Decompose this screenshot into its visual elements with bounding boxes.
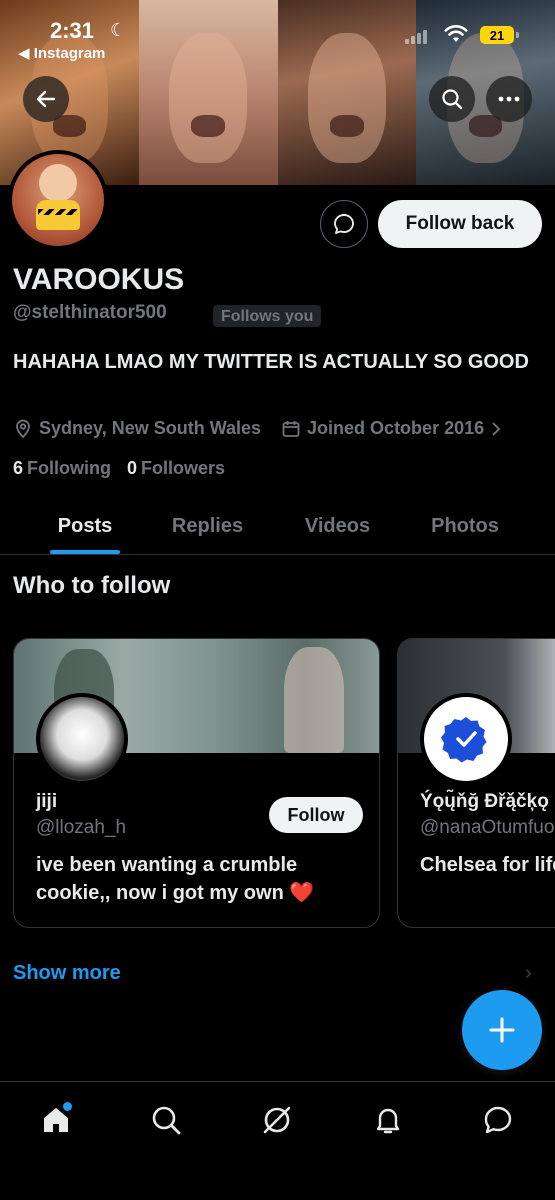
- wifi-icon: [444, 25, 468, 42]
- status-time: 2:31: [50, 18, 95, 43]
- bell-icon: [376, 1108, 400, 1134]
- chevron-right-icon: ›: [525, 962, 532, 984]
- who-to-follow-title: Who to follow: [13, 572, 171, 599]
- following-link[interactable]: 6 Following: [13, 458, 111, 479]
- tab-videos[interactable]: Videos: [245, 498, 430, 554]
- nav-grok[interactable]: [257, 1100, 297, 1140]
- location-pin-icon: [16, 419, 30, 438]
- following-label: Following: [27, 458, 111, 478]
- profile-handle: @stelthinator500: [13, 302, 167, 323]
- moon-icon: ☾: [110, 20, 127, 40]
- joined-text: Joined October 2016: [307, 418, 485, 438]
- following-count: 6: [13, 458, 24, 478]
- joined-item[interactable]: Joined October 2016: [281, 418, 502, 439]
- battery-indicator: 21: [480, 26, 514, 44]
- message-bubble-icon: [334, 214, 354, 234]
- followers-count: 0: [127, 458, 138, 478]
- profile-name: VAROOKUS: [13, 263, 185, 296]
- suggested-user-card[interactable]: jiji @llozah_h Follow ive been wanting a…: [13, 638, 380, 928]
- show-more-link[interactable]: Show more: [13, 962, 121, 985]
- card-user-bio: Chelsea for life: [420, 854, 555, 876]
- avatar-image: [12, 154, 104, 246]
- back-app-label: Instagram: [33, 45, 106, 62]
- card-user-bio: ive been wanting a crumble cookie,, now …: [36, 854, 315, 904]
- nav-search[interactable]: [146, 1100, 186, 1140]
- card-avatar[interactable]: [420, 693, 512, 785]
- nav-notifications[interactable]: [368, 1100, 408, 1140]
- search-icon: [442, 89, 463, 110]
- profile-tabs: Posts Replies Videos Photos: [0, 498, 555, 555]
- followers-link[interactable]: 0 Followers: [127, 458, 225, 479]
- tab-replies[interactable]: Replies: [170, 498, 245, 554]
- tab-photos[interactable]: Photos: [430, 498, 500, 554]
- card-follow-button[interactable]: Follow: [269, 797, 363, 833]
- card-user-name: jiji: [36, 791, 58, 812]
- card-avatar[interactable]: [36, 693, 128, 785]
- arrow-left-icon: [36, 90, 56, 108]
- suggested-user-card[interactable]: Ýǫų̃ňğ Đřą̌čķǫ @nanaOtumfuo Chelsea for …: [397, 638, 555, 928]
- profile-avatar[interactable]: [8, 150, 108, 250]
- location-text: Sydney, New South Wales: [39, 418, 262, 438]
- more-button[interactable]: [486, 76, 532, 122]
- follow-back-button[interactable]: Follow back: [378, 200, 542, 248]
- status-bar: 2:31 ☾ ◀ Instagram 21: [0, 10, 555, 70]
- search-button[interactable]: [429, 76, 475, 122]
- profile-bio: HAHAHA LMAO MY TWITTER IS ACTUALLY SO GO…: [13, 351, 529, 373]
- battery-level: 21: [489, 27, 505, 43]
- message-button[interactable]: [320, 200, 368, 248]
- follow-counts: 6 Following 0 Followers: [13, 458, 225, 479]
- more-horizontal-icon: [498, 96, 520, 102]
- chevron-right-icon: [492, 421, 501, 436]
- follows-you-badge: Follows you: [213, 305, 322, 327]
- verified-badge-icon: [441, 717, 487, 763]
- followers-label: Followers: [141, 458, 226, 478]
- bottom-nav: [0, 1081, 555, 1200]
- profile-meta: Sydney, New South Wales Joined October 2…: [13, 418, 522, 439]
- compose-button[interactable]: [462, 990, 542, 1070]
- calendar-icon: [282, 420, 300, 437]
- card-user-handle: @llozah_h: [36, 817, 127, 838]
- back-button[interactable]: [23, 76, 69, 122]
- nav-home[interactable]: [36, 1100, 76, 1140]
- nav-messages[interactable]: [478, 1100, 518, 1140]
- messages-icon: [484, 1106, 512, 1134]
- signal-icon: [405, 28, 427, 44]
- battery-tip: [516, 32, 519, 38]
- tab-posts[interactable]: Posts: [0, 498, 170, 554]
- back-to-app-link[interactable]: ◀ Instagram: [18, 44, 105, 62]
- notification-dot: [63, 1102, 72, 1111]
- search-icon: [152, 1106, 181, 1135]
- plus-icon: [489, 1017, 515, 1043]
- card-user-name: Ýǫų̃ňğ Đřą̌čķǫ: [420, 791, 549, 812]
- card-user-handle: @nanaOtumfuo: [420, 817, 555, 838]
- location-item: Sydney, New South Wales: [13, 418, 261, 439]
- grok-icon: [263, 1106, 291, 1134]
